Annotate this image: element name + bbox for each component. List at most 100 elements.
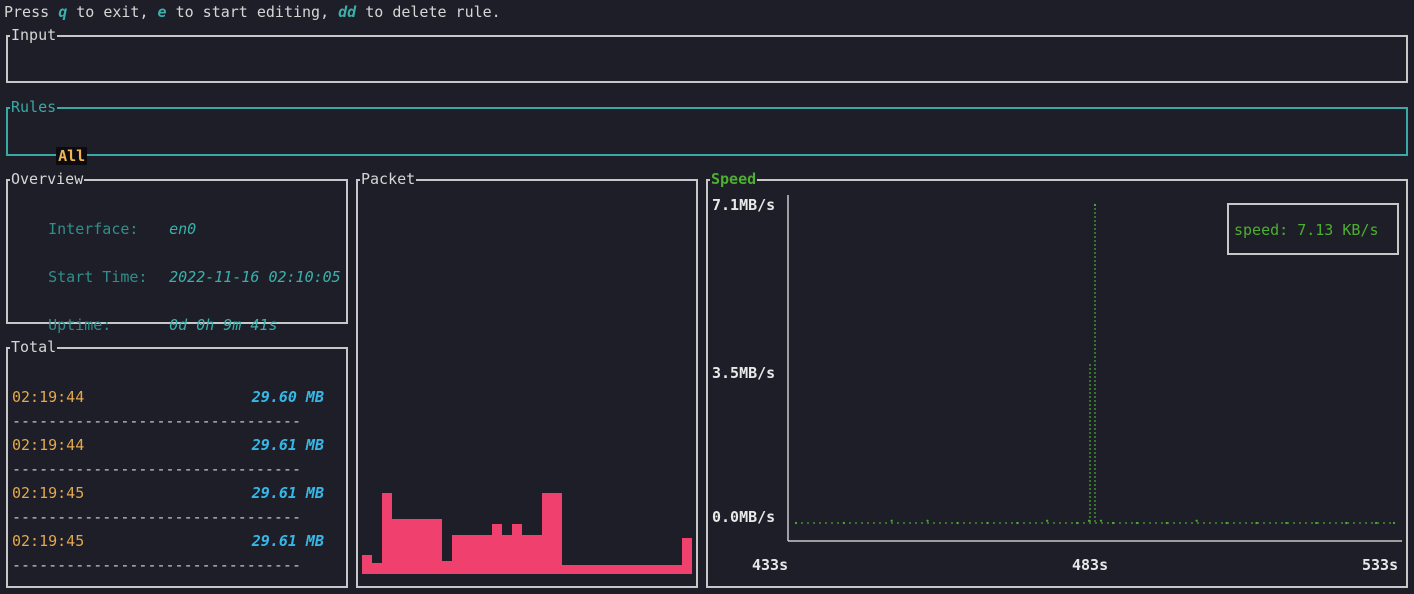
overview-value: en0 [169, 220, 197, 238]
speed-spike-dot [1094, 216, 1096, 218]
speed-baseline-dot [849, 522, 851, 524]
packet-bar [412, 519, 422, 574]
total-time: 02:19:44 [12, 388, 85, 406]
speed-baseline-dot [1119, 522, 1121, 524]
rule-item-all[interactable]: All [56, 147, 88, 165]
speed-baseline-dot [921, 522, 923, 524]
legend-label: speed: 7.13 KB/s [1234, 221, 1379, 239]
total-separator: -------------------------------- [12, 508, 301, 526]
speed-spike-dot [1094, 328, 1096, 330]
speed-point [1165, 521, 1168, 525]
packet-panel: Packet [356, 170, 698, 588]
speed-spike-dot [1089, 516, 1091, 518]
help-text: to start editing, [166, 3, 339, 21]
speed-spike-dot [1089, 444, 1091, 446]
speed-baseline-dot [1149, 522, 1151, 524]
speed-spike-dot [1094, 424, 1096, 426]
speed-baseline-dot [1239, 522, 1241, 524]
speed-baseline-dot [1269, 522, 1271, 524]
packet-bar [552, 493, 562, 574]
speed-baseline-dot [879, 522, 881, 524]
packet-bar [422, 519, 432, 574]
help-line: Press q to exit, e to start editing, dd … [4, 0, 501, 24]
speed-spike-dot [1094, 412, 1096, 414]
speed-baseline-dot [831, 522, 833, 524]
speed-baseline-dot [825, 522, 827, 524]
speed-spike-dot [1089, 392, 1091, 394]
key-quit: q [58, 3, 68, 21]
total-time: 02:19:44 [12, 436, 85, 454]
speed-spike-dot [1089, 428, 1091, 430]
speed-spike-dot [1094, 444, 1096, 446]
speed-spike-dot [1089, 500, 1091, 502]
speed-spike-dot [1094, 320, 1096, 322]
speed-baseline-dot [1053, 522, 1055, 524]
speed-baseline-dot [1059, 522, 1061, 524]
packet-chart [362, 181, 694, 576]
key-delete: dd [338, 3, 357, 21]
packet-bar [582, 565, 592, 574]
speed-spike-dot [1094, 304, 1096, 306]
packet-bar [562, 565, 572, 574]
speed-spike-dot [1094, 496, 1096, 498]
speed-spike-dot [1094, 408, 1096, 410]
speed-point [1315, 521, 1318, 525]
speed-baseline-dot [1179, 522, 1181, 524]
speed-baseline-dot [993, 522, 995, 524]
speed-baseline-dot [1293, 522, 1295, 524]
speed-point [926, 519, 929, 522]
speed-baseline-dot [1197, 522, 1199, 524]
speed-baseline-dot [1251, 522, 1253, 524]
total-separator: -------------------------------- [12, 412, 301, 430]
packet-bar [542, 493, 552, 574]
packet-bar [532, 535, 542, 574]
packet-bar [382, 493, 392, 574]
packet-bar [492, 524, 502, 574]
speed-point [890, 519, 893, 522]
input-panel[interactable]: Input [6, 26, 1408, 83]
speed-spike-dot [1094, 376, 1096, 378]
speed-spike-dot [1094, 332, 1096, 334]
speed-baseline-dot [885, 522, 887, 524]
speed-baseline-dot [981, 522, 983, 524]
speed-spike-dot [1094, 360, 1096, 362]
speed-spike-dot [1094, 220, 1096, 222]
speed-spike-dot [1094, 404, 1096, 406]
speed-spike-dot [1094, 340, 1096, 342]
speed-point [1285, 521, 1288, 525]
packet-bar [372, 563, 382, 574]
speed-spike-dot [1094, 284, 1096, 286]
packet-bar [502, 535, 512, 574]
speed-point [1195, 519, 1198, 522]
speed-point [842, 521, 845, 525]
packet-bar [482, 535, 492, 574]
rules-title: Rules [10, 98, 58, 116]
speed-spike-dot [1089, 448, 1091, 450]
total-time: 02:19:45 [12, 532, 85, 550]
speed-spike-dot [1094, 232, 1096, 234]
overview-label: Uptime: [48, 316, 112, 334]
speed-spike-dot [1094, 248, 1096, 250]
speed-spike-dot [1094, 400, 1096, 402]
speed-spike-dot [1094, 388, 1096, 390]
speed-baseline-dot [1161, 522, 1163, 524]
speed-spike-dot [1089, 396, 1091, 398]
speed-spike-dot [1094, 224, 1096, 226]
speed-panel: Speed 7.1MB/s 3.5MB/s 0.0MB/s 433s 483s … [706, 170, 1408, 588]
speed-baseline-dot [963, 522, 965, 524]
speed-spike-dot [1094, 500, 1096, 502]
speed-baseline-dot [1101, 522, 1103, 524]
speed-spike-dot [1094, 432, 1096, 434]
help-text: to delete rule. [356, 3, 501, 21]
speed-spike-dot [1094, 208, 1096, 210]
speed-point [794, 521, 798, 525]
speed-baseline-dot [975, 522, 977, 524]
packet-bar [452, 535, 462, 574]
speed-spike-dot [1089, 368, 1091, 370]
speed-point [1093, 203, 1097, 207]
key-edit: e [157, 3, 167, 21]
speed-baseline-dot [1023, 522, 1025, 524]
speed-baseline-dot [819, 522, 821, 524]
speed-spike-dot [1094, 420, 1096, 422]
speed-baseline-dot [1371, 522, 1373, 524]
